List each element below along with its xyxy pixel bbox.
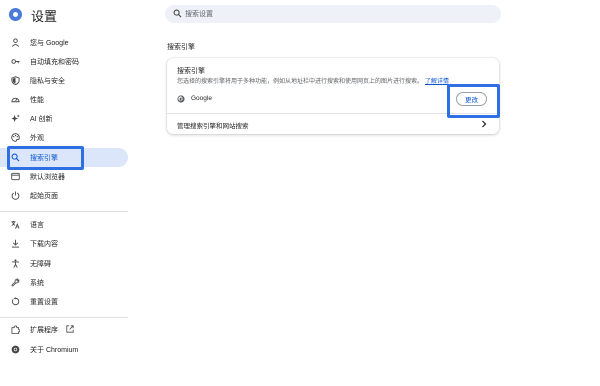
sidebar-item-privacy[interactable]: 隐私与安全 [0, 71, 128, 90]
shield-icon [11, 76, 20, 85]
sidebar-item-ai-innovation[interactable]: AI 创新 [0, 109, 128, 128]
sidebar-item-label: 性能 [30, 97, 44, 104]
sidebar-item-label: 搜索引擎 [30, 155, 58, 162]
power-icon [11, 191, 20, 200]
translate-icon [11, 220, 20, 229]
open-in-new-icon [66, 325, 74, 333]
sidebar-item-autofill[interactable]: 自动填充和密码 [0, 52, 128, 71]
sidebar-item-search-engine[interactable]: 搜索引擎 [0, 148, 128, 167]
sidebar-item-label: 外观 [30, 135, 44, 142]
browser-icon [11, 172, 20, 181]
sidebar-item-label: 下载内容 [30, 241, 58, 248]
sidebar-item-performance[interactable]: 性能 [0, 90, 128, 109]
sidebar-item-label: 您与 Google [30, 40, 69, 47]
sidebar-item-on-startup[interactable]: 起始页面 [0, 186, 128, 205]
manage-search-engines-row[interactable]: 管理搜索引擎和网站搜索 [167, 114, 499, 134]
sidebar-divider [0, 211, 128, 212]
sidebar-item-label: 默认浏览器 [30, 174, 65, 181]
sidebar-item-label: 自动填充和密码 [30, 59, 79, 66]
sidebar-item-you-and-google[interactable]: 您与 Google [0, 33, 128, 52]
description-text: 您选择的搜索引擎将用于多种功能，例如从地址栏中进行搜索和使用网页上的图片进行搜索… [177, 79, 424, 85]
manage-search-engines-label: 管理搜索引擎和网站搜索 [177, 123, 249, 130]
sidebar-item-accessibility[interactable]: 无障碍 [0, 254, 128, 273]
section-title: 搜索引擎 [167, 44, 195, 51]
chromium-icon [11, 345, 20, 354]
sidebar-divider [0, 317, 128, 318]
sidebar: 您与 Google 自动填充和密码 隐私与安全 性能 AI 创新 外观 搜索引擎… [0, 30, 130, 386]
search-icon [173, 9, 182, 18]
sidebar-item-label: 语言 [30, 222, 44, 229]
sidebar-item-default-browser[interactable]: 默认浏览器 [0, 167, 128, 186]
accessibility-icon [11, 259, 20, 268]
puzzle-icon [11, 325, 20, 334]
sidebar-item-languages[interactable]: 语言 [0, 215, 128, 234]
download-icon [11, 239, 20, 248]
sparkle-icon [11, 114, 20, 123]
sidebar-item-label: 起始页面 [30, 193, 58, 200]
change-button[interactable]: 更改 [456, 92, 487, 106]
reset-icon [11, 297, 20, 306]
sidebar-item-label: 隐私与安全 [30, 78, 65, 85]
sidebar-item-label: 扩展程序 [30, 327, 58, 334]
wrench-icon [11, 278, 20, 287]
search-engine-card: 搜索引擎 您选择的搜索引擎将用于多种功能，例如从地址栏中进行搜索和使用网页上的图… [167, 58, 499, 134]
sidebar-item-label: 关于 Chromium [30, 347, 79, 354]
search-bar[interactable] [165, 5, 501, 23]
sidebar-item-label: 无障碍 [30, 261, 51, 268]
learn-more-link[interactable]: 了解详情 [425, 79, 449, 85]
person-icon [11, 38, 20, 47]
card-description: 您选择的搜索引擎将用于多种功能，例如从地址栏中进行搜索和使用网页上的图片进行搜索… [177, 76, 449, 85]
sidebar-item-label: 重置设置 [30, 299, 58, 306]
key-icon [11, 59, 20, 64]
chevron-right-icon [482, 120, 487, 128]
search-icon [11, 153, 20, 162]
sidebar-item-label: AI 创新 [30, 116, 53, 123]
palette-icon [11, 133, 20, 142]
page-title: 设置 [31, 9, 58, 24]
chromium-logo-icon [9, 8, 22, 21]
search-input[interactable] [185, 7, 485, 21]
engine-name: Google [191, 95, 212, 102]
sidebar-item-label: 系统 [30, 280, 44, 287]
header: 设置 [0, 0, 600, 30]
sidebar-item-appearance[interactable]: 外观 [0, 128, 128, 147]
speedometer-icon [11, 97, 20, 103]
sidebar-item-system[interactable]: 系统 [0, 273, 128, 292]
google-icon [177, 95, 185, 103]
sidebar-item-downloads[interactable]: 下载内容 [0, 234, 128, 253]
sidebar-item-about-chromium[interactable]: 关于 Chromium [0, 340, 128, 359]
card-heading: 搜索引擎 [177, 68, 205, 75]
sidebar-item-reset-settings[interactable]: 重置设置 [0, 292, 128, 311]
sidebar-item-extensions[interactable]: 扩展程序 [0, 320, 128, 339]
